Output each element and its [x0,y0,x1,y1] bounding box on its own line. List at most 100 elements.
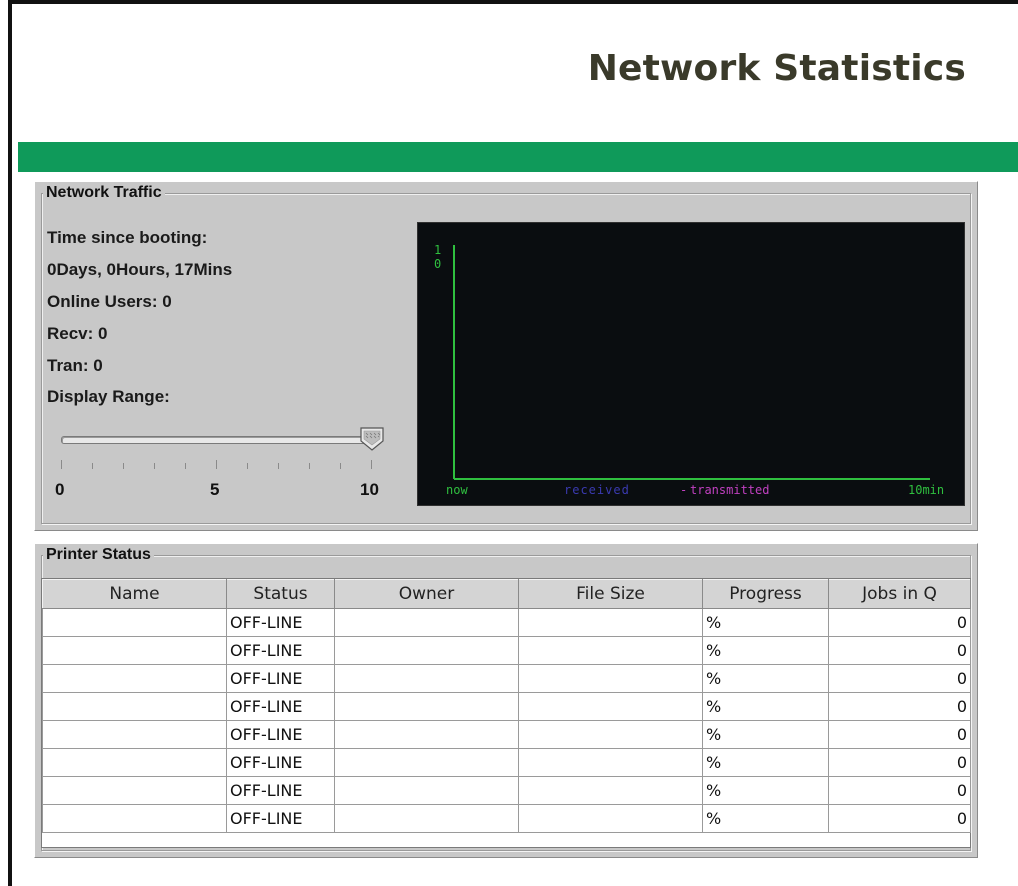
slider-tick [340,463,341,469]
cell-progress[interactable]: % [702,636,829,665]
table-row[interactable]: OFF-LINE % 0 [42,664,971,693]
table-row[interactable]: OFF-LINE % 0 [42,776,971,805]
cell-name[interactable] [42,748,227,777]
cell-owner[interactable] [334,720,519,749]
table-row[interactable]: OFF-LINE % 0 [42,720,971,749]
cell-name[interactable] [42,636,227,665]
cell-name[interactable] [42,804,227,833]
cell-progress[interactable]: % [702,748,829,777]
cell-file-size[interactable] [518,664,703,693]
cell-status[interactable]: OFF-LINE [226,776,335,805]
cell-file-size[interactable] [518,692,703,721]
cell-jobs[interactable]: 0 [828,720,971,749]
legend-received: received [564,483,630,497]
tran-count: Tran: 0 [47,356,103,375]
cell-name[interactable] [42,776,227,805]
graph-y-top-label: 1 [434,243,442,257]
slider-label-min: 0 [55,480,65,499]
display-range-label: Display Range: [47,387,170,406]
traffic-graph: 1 0 now received - transmitted 10min [417,222,965,506]
cell-file-size[interactable] [518,720,703,749]
display-range-slider[interactable] [61,436,375,444]
table-row[interactable]: OFF-LINE % 0 [42,804,971,833]
cell-status[interactable]: OFF-LINE [226,664,335,693]
table-row[interactable]: OFF-LINE % 0 [42,748,971,777]
slider-tick [61,460,62,469]
printer-status-panel: Printer Status Name Status Owner File Si… [34,543,978,858]
table-row[interactable]: OFF-LINE % 0 [42,608,971,637]
cell-jobs[interactable]: 0 [828,748,971,777]
window-frame-left [8,0,12,886]
column-header-progress[interactable]: Progress [702,579,829,609]
slider-tick [92,463,93,469]
legend-transmitted: transmitted [690,483,770,497]
cell-progress[interactable]: % [702,664,829,693]
slider-tick [371,460,372,469]
graph-y-zero-label: 0 [434,257,442,271]
recv-count: Recv: 0 [47,324,108,343]
slider-tick [123,463,124,469]
column-header-jobs[interactable]: Jobs in Q [828,579,971,609]
cell-name[interactable] [42,608,227,637]
uptime-value: 0Days, 0Hours, 17Mins [47,260,233,279]
cell-progress[interactable]: % [702,608,829,637]
legend-transmitted-marker: - [680,483,688,497]
column-header-name[interactable]: Name [42,579,227,609]
cell-progress[interactable]: % [702,720,829,749]
cell-owner[interactable] [334,748,519,777]
slider-tick [216,460,217,469]
printer-table: Name Status Owner File Size Progress Job… [42,579,971,833]
cell-jobs[interactable]: 0 [828,776,971,805]
cell-file-size[interactable] [518,636,703,665]
cell-progress[interactable]: % [702,692,829,721]
cell-jobs[interactable]: 0 [828,608,971,637]
cell-file-size[interactable] [518,748,703,777]
slider-tick [278,463,279,469]
cell-file-size[interactable] [518,776,703,805]
slider-tick [309,463,310,469]
cell-status[interactable]: OFF-LINE [226,748,335,777]
graph-x-start-label: now [446,483,468,497]
slider-thumb[interactable] [359,426,385,452]
accent-bar [18,142,1018,172]
column-header-file-size[interactable]: File Size [518,579,703,609]
cell-jobs[interactable]: 0 [828,664,971,693]
network-traffic-label: Network Traffic [43,184,165,202]
cell-owner[interactable] [334,664,519,693]
cell-owner[interactable] [334,608,519,637]
column-header-owner[interactable]: Owner [334,579,519,609]
printer-table-container: Name Status Owner File Size Progress Job… [41,578,971,848]
cell-owner[interactable] [334,692,519,721]
cell-file-size[interactable] [518,804,703,833]
table-row[interactable]: OFF-LINE % 0 [42,692,971,721]
cell-status[interactable]: OFF-LINE [226,692,335,721]
cell-name[interactable] [42,720,227,749]
table-header-row: Name Status Owner File Size Progress Job… [42,579,971,609]
cell-owner[interactable] [334,636,519,665]
cell-jobs[interactable]: 0 [828,692,971,721]
slider-tick [247,463,248,469]
column-header-status[interactable]: Status [226,579,335,609]
cell-jobs[interactable]: 0 [828,804,971,833]
slider-label-mid: 5 [210,480,220,499]
time-since-booting-label: Time since booting: [47,228,208,247]
cell-status[interactable]: OFF-LINE [226,636,335,665]
cell-status[interactable]: OFF-LINE [226,608,335,637]
slider-tick [185,463,186,469]
online-users: Online Users: 0 [47,292,172,311]
cell-status[interactable]: OFF-LINE [226,804,335,833]
cell-status[interactable]: OFF-LINE [226,720,335,749]
printer-status-label: Printer Status [43,546,154,564]
page-title: Network Statistics [587,48,966,89]
cell-progress[interactable]: % [702,804,829,833]
cell-progress[interactable]: % [702,776,829,805]
table-row[interactable]: OFF-LINE % 0 [42,636,971,665]
cell-jobs[interactable]: 0 [828,636,971,665]
slider-label-max: 10 [360,480,379,499]
cell-owner[interactable] [334,776,519,805]
cell-name[interactable] [42,692,227,721]
cell-name[interactable] [42,664,227,693]
window-frame-top [8,0,1018,4]
cell-owner[interactable] [334,804,519,833]
cell-file-size[interactable] [518,608,703,637]
